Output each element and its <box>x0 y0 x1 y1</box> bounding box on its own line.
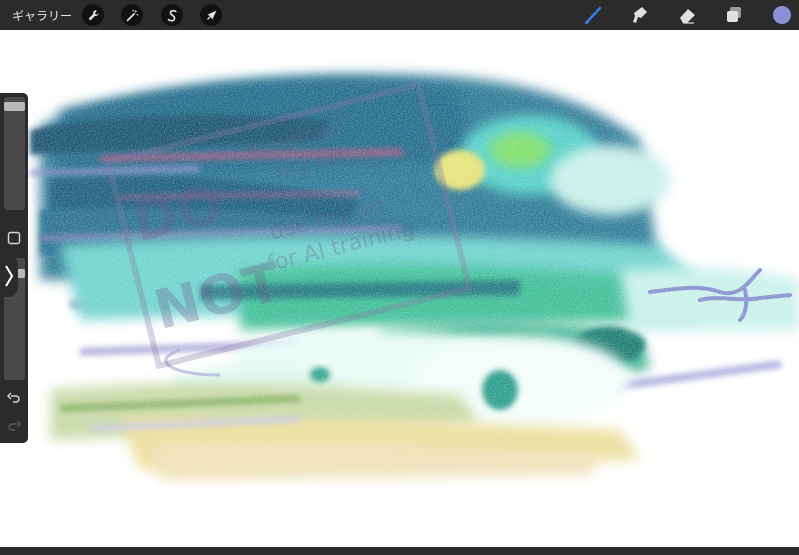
s-curve-icon <box>167 9 177 22</box>
eraser-tool-button[interactable] <box>677 5 697 25</box>
sidebar-expand-handle[interactable] <box>0 255 18 297</box>
magic-wand-icon <box>126 9 138 21</box>
artwork: DO NOT reupload my art use my art for AI… <box>0 70 799 490</box>
adjustments-button[interactable] <box>82 4 104 26</box>
layers-button[interactable] <box>724 5 744 25</box>
smudge-icon <box>633 7 647 23</box>
brush-tool-button[interactable] <box>583 5 603 25</box>
brush-size-slider[interactable] <box>4 97 25 210</box>
layers-icon <box>727 7 741 22</box>
arrow-cursor-icon <box>206 10 216 20</box>
chevron-right-icon <box>5 265 14 287</box>
redo-button[interactable] <box>6 418 22 434</box>
transform-button[interactable] <box>200 4 222 26</box>
modifier-button[interactable] <box>6 230 22 246</box>
undo-icon <box>7 392 20 403</box>
redo-icon <box>8 420 21 431</box>
brush-size-thumb[interactable] <box>4 102 25 111</box>
undo-button[interactable] <box>6 390 22 406</box>
color-picker-button[interactable] <box>773 6 791 24</box>
wrench-icon <box>88 9 99 20</box>
eraser-icon <box>680 9 695 24</box>
drawing-canvas[interactable]: DO NOT reupload my art use my art for AI… <box>0 30 799 547</box>
magic-wand-button[interactable] <box>121 4 143 26</box>
brush-icon <box>585 6 602 24</box>
selection-button[interactable] <box>161 4 183 26</box>
top-toolbar: ギャラリー <box>0 0 799 30</box>
bottom-bar <box>0 547 799 555</box>
square-modifier-icon <box>7 231 21 245</box>
gallery-button[interactable]: ギャラリー <box>12 7 72 24</box>
smudge-tool-button[interactable] <box>630 5 650 25</box>
